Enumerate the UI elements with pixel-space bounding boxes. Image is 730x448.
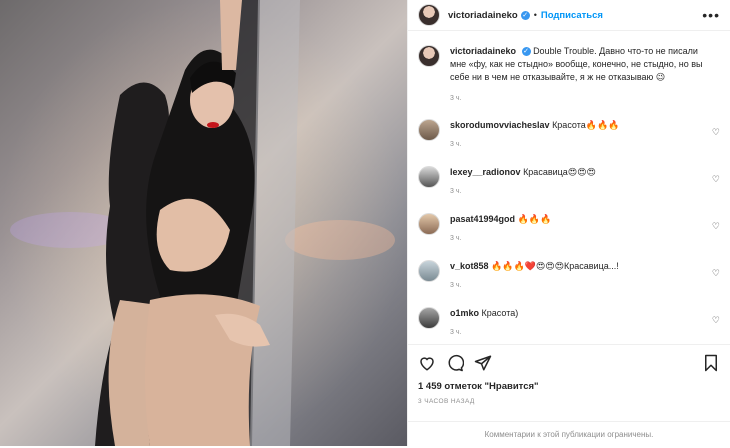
post-footer: 1 459 отметок "Нравится" 3 ЧАСОВ НАЗАД К… xyxy=(408,344,730,439)
comment-time[interactable]: 3 ч. xyxy=(450,279,710,292)
comment-text: Красавица😍😍😍 xyxy=(523,167,596,177)
post-photo-illustration xyxy=(0,0,407,446)
comment-time[interactable]: 3 ч. xyxy=(450,232,710,245)
comment-row: skorodumovviacheslav Красота🔥🔥🔥 3 ч. ♡ xyxy=(418,119,720,151)
comment-username[interactable]: v_kot858 xyxy=(450,261,489,271)
comment-time[interactable]: 3 ч. xyxy=(450,138,710,151)
comment-text: Красота🔥🔥🔥 xyxy=(552,120,620,130)
post-photo[interactable] xyxy=(0,0,407,446)
bookmark-icon[interactable] xyxy=(702,354,720,372)
header-separator: • xyxy=(533,10,537,20)
comment-bubble-icon[interactable] xyxy=(446,354,464,372)
caption-author-avatar[interactable] xyxy=(418,45,440,67)
comments-limited-notice: Комментарии к этой публикации ограничены… xyxy=(408,421,730,448)
comment-like-icon[interactable]: ♡ xyxy=(712,174,720,185)
comment-time[interactable]: 3 ч. xyxy=(450,326,710,339)
more-options-icon[interactable]: ••• xyxy=(702,7,720,23)
comment-username[interactable]: lexey__radionov xyxy=(450,167,521,177)
comment-text: Красота) xyxy=(481,308,519,318)
heart-outline-icon[interactable] xyxy=(418,354,436,372)
author-avatar[interactable] xyxy=(418,4,440,26)
commenter-avatar[interactable] xyxy=(418,260,440,282)
comment-time[interactable]: 3 ч. xyxy=(450,185,710,198)
comment-like-icon[interactable]: ♡ xyxy=(712,127,720,138)
comment-row: lexey__radionov Красавица😍😍😍 3 ч. ♡ xyxy=(418,166,720,198)
verified-badge-icon: ✓ xyxy=(521,47,531,57)
caption-username[interactable]: victoriadaineko xyxy=(450,46,516,56)
post-sidebar: victoriadaineko ✓ • Подписаться ••• vict… xyxy=(407,0,730,446)
comment-like-icon[interactable]: ♡ xyxy=(712,315,720,326)
comment-username[interactable]: skorodumovviacheslav xyxy=(450,120,550,130)
comment-text: 🔥🔥🔥 xyxy=(517,214,552,224)
post-caption: victoriadaineko ✓ Double Trouble. Давно … xyxy=(408,31,730,105)
post-timestamp[interactable]: 3 ЧАСОВ НАЗАД xyxy=(408,392,730,405)
comment-like-icon[interactable]: ♡ xyxy=(712,221,720,232)
comment-text: 🔥🔥🔥❤️😍😍😍Красавица...! xyxy=(491,261,619,271)
author-username[interactable]: victoriadaineko xyxy=(448,10,518,21)
verified-badge-icon: ✓ xyxy=(520,10,530,20)
likes-count[interactable]: 1 459 отметок "Нравится" xyxy=(408,381,730,392)
commenter-avatar[interactable] xyxy=(418,119,440,141)
commenter-avatar[interactable] xyxy=(418,213,440,235)
comment-like-icon[interactable]: ♡ xyxy=(712,268,720,279)
post-header: victoriadaineko ✓ • Подписаться ••• xyxy=(408,0,730,31)
comment-username[interactable]: pasat41994god xyxy=(450,214,515,224)
caption-body: victoriadaineko ✓ Double Trouble. Давно … xyxy=(450,45,710,105)
instagram-post: victoriadaineko ✓ • Подписаться ••• vict… xyxy=(0,0,730,446)
action-bar xyxy=(408,345,730,381)
comments-list[interactable]: victoriadaineko ✓ Double Trouble. Давно … xyxy=(408,31,730,344)
paper-plane-icon[interactable] xyxy=(474,354,492,372)
commenter-avatar[interactable] xyxy=(418,166,440,188)
commenter-avatar[interactable] xyxy=(418,307,440,329)
caption-time[interactable]: 3 ч. xyxy=(450,92,710,105)
comment-row: v_kot858 🔥🔥🔥❤️😍😍😍Красавица...! 3 ч. ♡ xyxy=(418,260,720,292)
comment-row: pasat41994god 🔥🔥🔥 3 ч. ♡ xyxy=(418,213,720,245)
follow-button[interactable]: Подписаться xyxy=(541,10,603,21)
comment-row: o1mko Красота) 3 ч. ♡ xyxy=(418,307,720,339)
comment-username[interactable]: o1mko xyxy=(450,308,479,318)
